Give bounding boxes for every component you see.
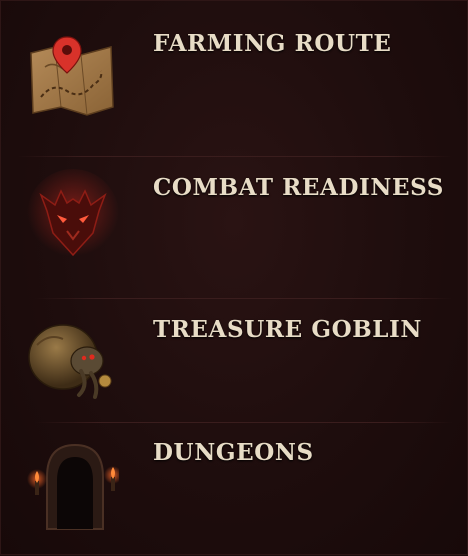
combat-readiness-title: COMBAT READINESS	[153, 174, 445, 201]
treasure-goblin-title: TREASURE GOBLIN	[153, 316, 422, 343]
menu-item-dungeons[interactable]: DUNGEONS	[1, 423, 468, 556]
dungeons-title: DUNGEONS	[153, 439, 314, 466]
farming-route-title: FARMING ROUTE	[153, 30, 392, 57]
menu-item-combat-readiness[interactable]: COMBAT READINESS	[1, 157, 468, 298]
menu-item-farming-route[interactable]: FARMING ROUTE	[1, 1, 468, 156]
treasure-map-icon	[23, 27, 119, 123]
demon-skull-icon	[23, 169, 119, 265]
dungeon-gate-icon	[23, 437, 122, 533]
treasure-goblin-icon	[23, 311, 119, 407]
menu-item-treasure-goblin[interactable]: TREASURE GOBLIN	[1, 299, 468, 422]
guide-menu-panel: FARMING ROUTE COMBAT READINESS TREASURE …	[0, 0, 468, 555]
